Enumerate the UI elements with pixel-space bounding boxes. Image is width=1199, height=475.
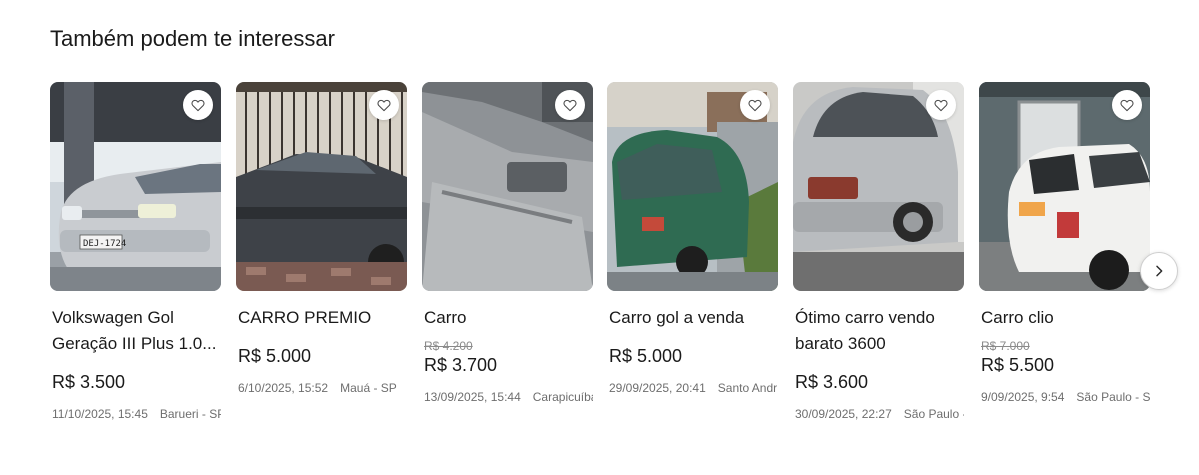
- listing-date: 30/09/2025, 22:27: [795, 407, 892, 421]
- listing-image[interactable]: [979, 82, 1150, 291]
- listing-location: Mauá - SP: [340, 381, 397, 395]
- listing-price: R$ 3.500: [52, 372, 126, 392]
- favorite-button[interactable]: [1112, 90, 1142, 120]
- listing-card[interactable]: DEJ-1724 Volkswagen Gol Geração III Plus…: [50, 82, 221, 442]
- chevron-right-icon: [1156, 265, 1163, 277]
- heart-outline-icon: [1120, 99, 1134, 112]
- favorite-button[interactable]: [555, 90, 585, 120]
- listing-location: Santo Andr: [717, 381, 778, 395]
- listing-price: R$ 5.000: [609, 346, 683, 366]
- listing-price: R$ 3.700: [424, 355, 498, 375]
- listing-card[interactable]: Carro gol a venda R$ 5.000 29/09/2025, 2…: [607, 82, 778, 442]
- listing-location: São Paulo -: [903, 407, 964, 421]
- listing-location: Carapicuíba: [532, 390, 593, 404]
- listing-image[interactable]: [607, 82, 778, 291]
- svg-text:DEJ-1724: DEJ-1724: [83, 239, 126, 249]
- heart-outline-icon: [563, 99, 577, 112]
- listing-meta: 13/09/2025, 15:44 Carapicuíba: [424, 390, 593, 404]
- heart-outline-icon: [748, 99, 762, 112]
- listing-meta: 6/10/2025, 15:52 Mauá - SP: [238, 381, 407, 395]
- listing-card[interactable]: Carro R$ 4.200 R$ 3.700 13/09/2025, 15:4…: [422, 82, 593, 442]
- heart-outline-icon: [191, 99, 205, 112]
- section-title: Também podem te interessar: [50, 26, 335, 51]
- listing-title[interactable]: Ótimo carro vendo barato 3600: [795, 305, 964, 357]
- listing-date: 9/09/2025, 9:54: [981, 390, 1065, 404]
- listing-card[interactable]: CARRO PREMIO R$ 5.000 6/10/2025, 15:52 Ma…: [236, 82, 407, 442]
- listing-image[interactable]: [422, 82, 593, 291]
- listing-image[interactable]: [236, 82, 407, 291]
- listing-card[interactable]: Carro clio R$ 7.000 R$ 5.500 9/09/2025, …: [979, 82, 1150, 442]
- listing-image[interactable]: [793, 82, 964, 291]
- listing-title[interactable]: Volkswagen Gol Geração III Plus 1.0...: [52, 305, 221, 357]
- listing-meta: 29/09/2025, 20:41 Santo Andr: [609, 381, 778, 395]
- listing-date: 6/10/2025, 15:52: [238, 381, 329, 395]
- listing-old-price: R$ 4.200: [424, 339, 473, 353]
- listing-price: R$ 3.600: [795, 372, 869, 392]
- listing-title[interactable]: Carro gol a venda: [609, 305, 778, 331]
- listing-meta: 30/09/2025, 22:27 São Paulo -: [795, 407, 964, 421]
- listing-date: 13/09/2025, 15:44: [424, 390, 521, 404]
- listing-location: Barueri - SP: [159, 407, 221, 421]
- heart-outline-icon: [377, 99, 391, 112]
- listing-image[interactable]: DEJ-1724: [50, 82, 221, 291]
- listing-date: 11/10/2025, 15:45: [52, 407, 148, 421]
- listing-date: 29/09/2025, 20:41: [609, 381, 706, 395]
- listing-meta: 11/10/2025, 15:45 Barueri - SP: [52, 407, 221, 421]
- listing-title[interactable]: Carro: [424, 305, 593, 331]
- listing-location: São Paulo - SP: [1076, 390, 1150, 404]
- listing-meta: 9/09/2025, 9:54 São Paulo - SP: [981, 390, 1150, 404]
- favorite-button[interactable]: [740, 90, 770, 120]
- listing-price: R$ 5.000: [238, 346, 312, 366]
- favorite-button[interactable]: [926, 90, 956, 120]
- listing-carousel: DEJ-1724 Volkswagen Gol Geração III Plus…: [50, 82, 1150, 462]
- carousel-next-button[interactable]: [1140, 252, 1178, 290]
- heart-outline-icon: [934, 99, 948, 112]
- favorite-button[interactable]: [369, 90, 399, 120]
- listing-card[interactable]: Ótimo carro vendo barato 3600 R$ 3.600 3…: [793, 82, 964, 442]
- listing-old-price: R$ 7.000: [981, 339, 1030, 353]
- listing-price: R$ 5.500: [981, 355, 1055, 375]
- favorite-button[interactable]: [183, 90, 213, 120]
- listing-title[interactable]: Carro clio: [981, 305, 1150, 331]
- listing-title[interactable]: CARRO PREMIO: [238, 305, 407, 331]
